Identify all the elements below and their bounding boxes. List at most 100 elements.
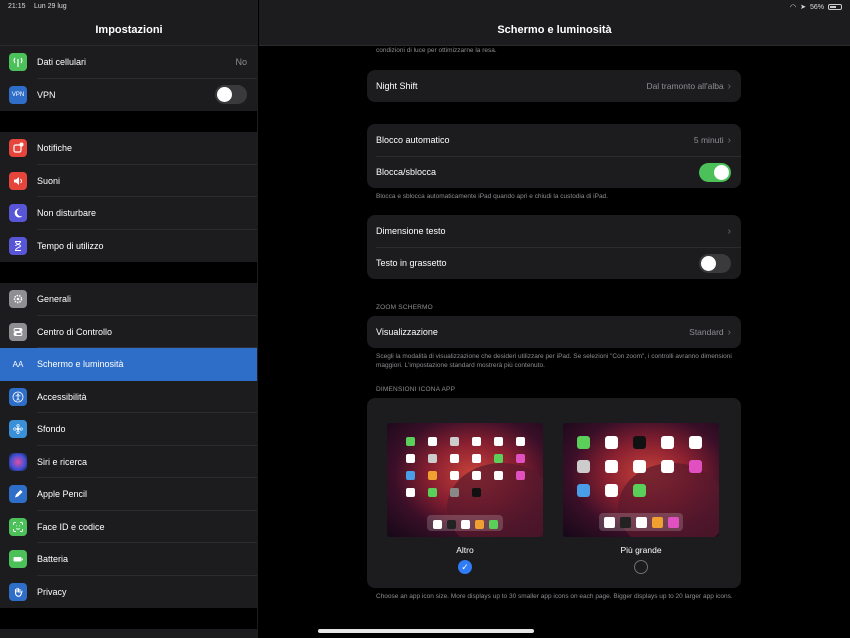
sidebar-item-label: VPN [37, 89, 56, 100]
lock-unlock-row: Blocca/sblocca [367, 156, 741, 188]
text-size-icon: AA [9, 355, 27, 374]
sidebar-item-label: Generali [37, 294, 72, 305]
sidebar-item-schermo-e-luminosita[interactable]: AA Schermo e luminosità [0, 348, 257, 381]
sidebar-item-label: Dati cellulari [37, 57, 87, 68]
sidebar-item-label: Suoni [37, 175, 61, 186]
sidebar-item-non-disturbare[interactable]: Non disturbare [0, 197, 257, 230]
sidebar-item-tempo-di-utilizzo[interactable]: Tempo di utilizzo [0, 230, 257, 263]
moon-icon [9, 204, 27, 223]
sidebar-item-batteria[interactable]: Batteria [0, 543, 257, 576]
bell-icon [9, 139, 27, 158]
sidebar-group-general: Generali Centro di Controllo AA Schermo … [0, 283, 257, 608]
sidebar-item-label: Schermo e luminosità [37, 359, 124, 370]
wifi-icon: ◠ [790, 4, 797, 11]
night-shift-row[interactable]: Night Shift Dal tramonto all'alba › [367, 70, 741, 102]
bold-text-row: Testo in grassetto [367, 247, 741, 279]
bold-text-label: Testo in grassetto [376, 258, 447, 268]
view-value: Standard [689, 327, 724, 337]
sidebar: Impostazioni Dati cellulari No VPN VPN N… [0, 0, 258, 638]
auto-lock-row[interactable]: Blocco automatico 5 minuti › [367, 124, 741, 156]
icon-size-section-header: DIMENSIONI ICONA APP [376, 386, 456, 393]
bold-text-toggle[interactable] [699, 253, 731, 273]
sidebar-item-label: Notifiche [37, 143, 73, 154]
icon-size-option-more-radio[interactable]: ✓ [458, 560, 472, 574]
battery-percent: 56% [809, 3, 824, 11]
text-card: Dimensione testo › Testo in grassetto [367, 215, 741, 279]
siri-icon [9, 452, 27, 471]
antenna-icon [9, 53, 27, 72]
lock-unlock-label: Blocca/sblocca [376, 167, 437, 177]
status-bar: 21:15 Lun 29 lug ◠ ➤ 56% [0, 0, 850, 12]
icon-size-option-bigger-label: Più grande [620, 545, 662, 555]
sidebar-item-label: Centro di Controllo [37, 326, 113, 337]
sidebar-item-sfondo[interactable]: Sfondo [0, 413, 257, 446]
vpn-toggle[interactable] [215, 85, 247, 105]
status-time: 21:15 [8, 3, 26, 10]
toggle-knob [217, 87, 232, 103]
lock-card: Blocco automatico 5 minuti › Blocca/sblo… [367, 124, 741, 188]
icon-size-note: Choose an app icon size. More displays u… [376, 593, 733, 600]
chevron-right-icon: › [727, 225, 731, 237]
sidebar-item-accessibilita[interactable]: Accessibilità [0, 381, 257, 414]
toggle-knob [701, 255, 716, 271]
flower-icon [9, 420, 27, 439]
sidebar-item-generali[interactable]: Generali [0, 283, 257, 316]
hand-icon [9, 582, 27, 601]
sidebar-group-next [0, 629, 257, 638]
icon-size-option-bigger-radio[interactable] [634, 560, 648, 574]
page-title: Schermo e luminosità [497, 24, 612, 36]
chevron-right-icon: › [727, 326, 731, 338]
chevron-right-icon: › [727, 80, 731, 92]
hourglass-icon [9, 236, 27, 255]
sidebar-title: Impostazioni [95, 24, 163, 36]
location-icon: ➤ [800, 4, 806, 11]
brightness-note: condizioni di luce per ottimizzarne la r… [376, 47, 497, 54]
sidebar-item-dati-cellulari[interactable]: Dati cellulari No [0, 46, 257, 79]
sidebar-group-connectivity: Dati cellulari No VPN VPN [0, 46, 257, 111]
detail-pane: Schermo e luminosità condizioni di luce … [259, 0, 850, 638]
sidebar-item-face-id-e-codice[interactable]: Face ID e codice [0, 511, 257, 544]
sidebar-group-notifications: Notifiche Suoni Non disturbare Tempo di … [0, 132, 257, 262]
status-right: ◠ ➤ 56% [790, 3, 842, 11]
battery-icon [9, 550, 27, 569]
sidebar-item-label: Siri e ricerca [37, 456, 88, 467]
icon-size-card: Altro ✓ Più grande [367, 398, 741, 588]
auto-lock-label: Blocco automatico [376, 135, 450, 145]
sidebar-item-label: Batteria [37, 554, 69, 565]
accessibility-icon [9, 387, 27, 406]
pencil-icon [9, 485, 27, 504]
icon-size-preview-more[interactable] [387, 423, 543, 537]
sidebar-item-label: Tempo di utilizzo [37, 240, 104, 251]
sidebar-item-apple-pencil[interactable]: Apple Pencil [0, 478, 257, 511]
view-row[interactable]: Visualizzazione Standard › [367, 316, 741, 348]
text-size-row[interactable]: Dimensione testo › [367, 215, 741, 247]
sidebar-item-label: Non disturbare [37, 208, 97, 219]
sidebar-item-notifiche[interactable]: Notifiche [0, 132, 257, 165]
auto-lock-value: 5 minuti [693, 135, 724, 145]
night-shift-card: Night Shift Dal tramonto all'alba › [367, 70, 741, 102]
lock-unlock-toggle[interactable] [699, 162, 731, 182]
chevron-right-icon: › [727, 134, 731, 146]
toggle-knob [714, 164, 729, 180]
home-indicator[interactable] [318, 629, 534, 633]
sidebar-item-privacy[interactable]: Privacy [0, 576, 257, 609]
sidebar-item-siri-e-ricerca[interactable]: Siri e ricerca [0, 446, 257, 479]
sidebar-item-value: No [235, 57, 247, 68]
lock-note: Blocca e sblocca automaticamente iPad qu… [376, 193, 608, 200]
zoom-card: Visualizzazione Standard › [367, 316, 741, 348]
night-shift-label: Night Shift [376, 81, 418, 91]
sidebar-item-label: Apple Pencil [37, 489, 88, 500]
icon-size-option-more-label: Altro [456, 545, 474, 555]
status-date: Lun 29 lug [34, 3, 67, 10]
sidebar-item-centro-di-controllo[interactable]: Centro di Controllo [0, 316, 257, 349]
sidebar-item-vpn[interactable]: VPN VPN [0, 79, 257, 112]
sidebar-item-suoni[interactable]: Suoni [0, 165, 257, 198]
switches-icon [9, 322, 27, 341]
sidebar-item-label: Sfondo [37, 424, 66, 435]
sidebar-item-label: Privacy [37, 586, 67, 597]
sidebar-item-label: Face ID e codice [37, 521, 105, 532]
icon-size-preview-bigger[interactable] [563, 423, 719, 537]
zoom-section-header: ZOOM SCHERMO [376, 304, 433, 311]
night-shift-value: Dal tramonto all'alba [646, 81, 724, 91]
text-size-label: Dimensione testo [376, 226, 446, 236]
